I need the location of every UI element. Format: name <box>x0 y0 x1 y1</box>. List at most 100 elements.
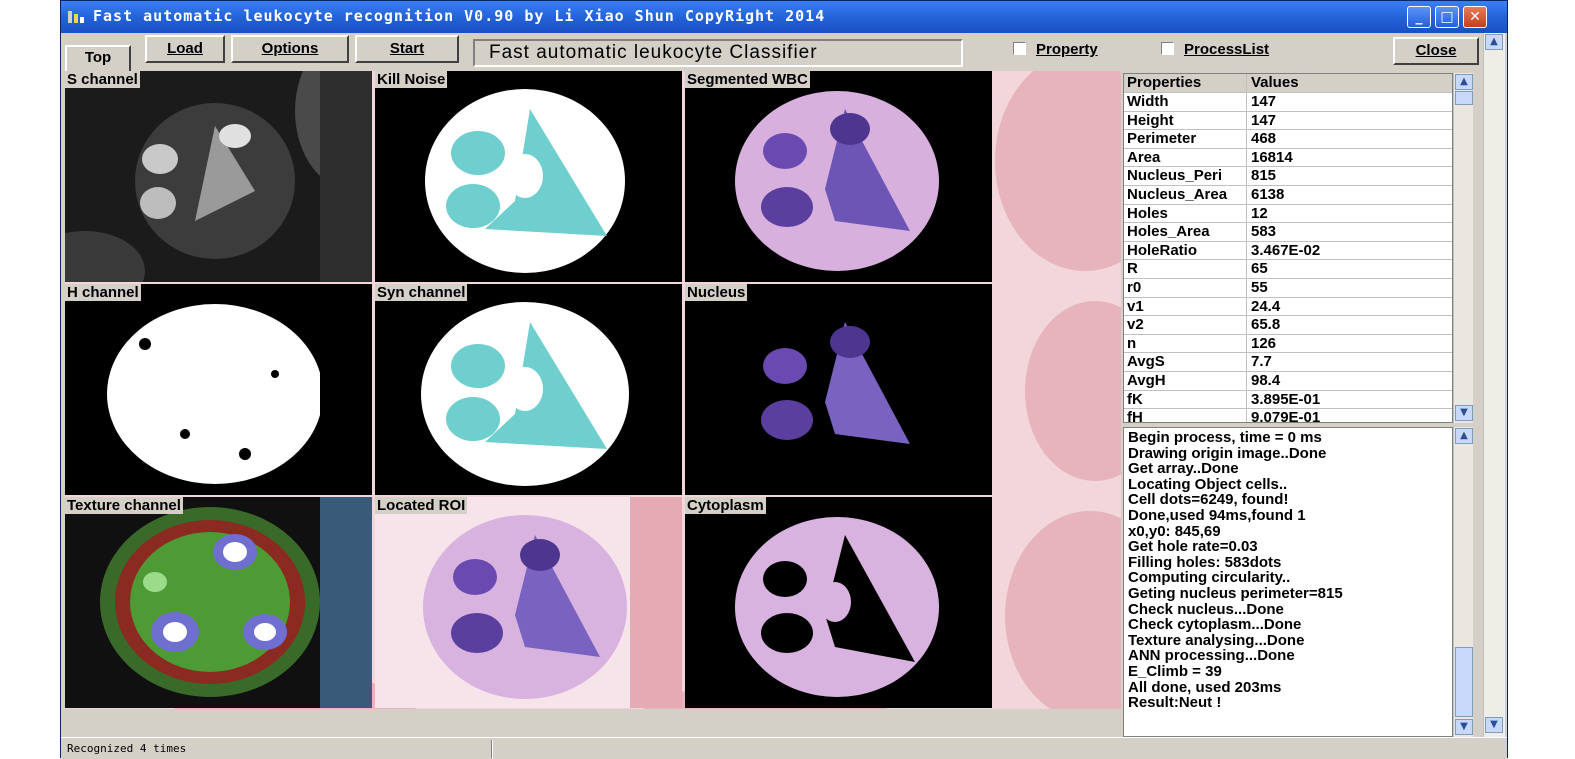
prop-value: 147 <box>1251 111 1277 129</box>
scroll-up-icon[interactable]: ▲ <box>1455 428 1473 444</box>
processlist-checkbox-box[interactable] <box>1161 42 1174 55</box>
processlist-checkbox[interactable]: ProcessList <box>1161 41 1269 58</box>
table-row[interactable]: Height 147 <box>1124 111 1452 131</box>
prop-key: Holes_Area <box>1124 223 1247 241</box>
scroll-thumb[interactable] <box>1455 647 1473 717</box>
properties-table[interactable]: Properties Values Width 147 Height 147 Per… <box>1123 73 1453 423</box>
panel-label: Syn channel <box>375 284 468 301</box>
status-divider <box>491 740 493 758</box>
log-line: Begin process, time = 0 ms <box>1128 429 1322 446</box>
scroll-thumb[interactable] <box>1455 91 1473 105</box>
table-row[interactable]: Width 147 <box>1124 93 1452 112</box>
window-scrollbar[interactable]: ▲ ▼ <box>1483 33 1505 737</box>
maximize-button[interactable]: □ <box>1435 6 1459 28</box>
log-line: ANN processing...Done <box>1128 647 1295 665</box>
log-line: Geting nucleus perimeter=815 <box>1128 584 1343 602</box>
prop-value: 65.8 <box>1251 316 1281 334</box>
prop-key: v2 <box>1124 316 1247 334</box>
table-row[interactable]: Perimeter 468 <box>1124 130 1452 149</box>
syn-channel-image <box>375 284 682 495</box>
table-row[interactable]: r0 55 <box>1124 278 1452 298</box>
prop-value: 55 <box>1251 278 1268 296</box>
app-name-field: Fast automatic leukocyte Classifier <box>473 39 963 67</box>
prop-key: HoleRatio <box>1124 241 1247 260</box>
log-line: Filling holes: 583dots <box>1128 553 1282 571</box>
panel-label: S channel <box>65 71 140 88</box>
prop-value: 16814 <box>1251 148 1293 166</box>
prop-value: 3.895E-01 <box>1251 390 1321 408</box>
prop-value: 147 <box>1251 93 1277 110</box>
header-values[interactable]: Values <box>1247 74 1299 92</box>
table-row[interactable]: AvgS 7.7 <box>1124 353 1452 372</box>
panel-cytoplasm: Cytoplasm <box>685 497 992 708</box>
start-button[interactable]: Start <box>355 35 459 63</box>
property-checkbox[interactable]: Property <box>1013 41 1098 58</box>
app-icon <box>68 11 84 23</box>
log-line: Texture analysing...Done <box>1128 631 1305 649</box>
panel-label: Segmented WBC <box>685 71 810 88</box>
scroll-down-icon[interactable]: ▼ <box>1455 405 1473 421</box>
table-row[interactable]: Nucleus_Peri 815 <box>1124 167 1452 186</box>
table-row[interactable]: fK 3.895E-01 <box>1124 390 1452 410</box>
log-line: Done,used 94ms,found 1 <box>1128 506 1306 524</box>
scroll-up-icon[interactable]: ▲ <box>1485 34 1503 50</box>
log-line: Get array..Done <box>1128 460 1239 478</box>
prop-key: r0 <box>1124 278 1247 297</box>
located-roi-image <box>375 497 682 708</box>
log-line: All done, used 203ms <box>1128 678 1282 696</box>
app-window: Fast automatic leukocyte recognition V0.… <box>60 0 1508 759</box>
table-row[interactable]: fH 9.079E-01 <box>1124 409 1452 422</box>
minimize-button[interactable]: _ <box>1407 6 1431 28</box>
scroll-up-icon[interactable]: ▲ <box>1455 74 1473 90</box>
prop-key: fK <box>1124 390 1247 409</box>
prop-value: 7.7 <box>1251 353 1272 371</box>
prop-value: 24.4 <box>1251 297 1281 315</box>
panel-label: H channel <box>65 284 141 301</box>
table-row[interactable]: v1 24.4 <box>1124 297 1452 317</box>
prop-value: 815 <box>1251 167 1277 185</box>
table-row[interactable]: n 126 <box>1124 334 1452 354</box>
process-log[interactable]: Begin process, time = 0 ms Drawing origi… <box>1123 427 1453 737</box>
table-row[interactable]: HoleRatio 3.467E-02 <box>1124 241 1452 261</box>
panel-label: Texture channel <box>65 497 183 514</box>
processlist-checkbox-label: ProcessList <box>1184 41 1270 58</box>
panel-label: Located ROI <box>375 497 468 514</box>
header-properties[interactable]: Properties <box>1124 74 1247 92</box>
table-row[interactable]: Area 16814 <box>1124 148 1452 168</box>
prop-key: v1 <box>1124 297 1247 316</box>
panel-s-channel: S channel <box>65 71 372 282</box>
window-close-button[interactable]: ✕ <box>1463 6 1487 28</box>
log-line: E_Climb = 39 <box>1128 662 1222 680</box>
log-line: Drawing origin image..Done <box>1128 444 1327 462</box>
table-row[interactable]: AvgH 98.4 <box>1124 371 1452 391</box>
prop-key: R <box>1124 260 1247 278</box>
prop-value: 126 <box>1251 334 1277 352</box>
load-button[interactable]: Load <box>145 35 225 63</box>
prop-value: 98.4 <box>1251 371 1281 389</box>
prop-key: n <box>1124 334 1247 353</box>
prop-key: fH <box>1124 409 1247 422</box>
scroll-down-icon[interactable]: ▼ <box>1485 717 1503 733</box>
close-button[interactable]: Close <box>1393 37 1479 65</box>
rbc-bg <box>1005 511 1121 709</box>
prop-value: 3.467E-02 <box>1251 241 1321 259</box>
table-row[interactable]: Nucleus_Area 6138 <box>1124 185 1452 205</box>
scroll-down-icon[interactable]: ▼ <box>1455 719 1473 735</box>
log-scrollbar[interactable]: ▲ ▼ <box>1453 427 1473 737</box>
prop-key: AvgS <box>1124 353 1247 371</box>
property-checkbox-box[interactable] <box>1013 42 1026 55</box>
image-display-area: S channel Kill Noise Segmented WBC H cha… <box>65 71 1121 709</box>
table-row[interactable]: Holes 12 <box>1124 204 1452 224</box>
cytoplasm-image <box>685 497 992 708</box>
top-tab[interactable]: Top <box>65 45 131 71</box>
properties-scrollbar[interactable]: ▲ ▼ <box>1453 73 1473 423</box>
options-button[interactable]: Options <box>231 35 349 63</box>
property-checkbox-label: Property <box>1036 41 1098 58</box>
table-row[interactable]: R 65 <box>1124 260 1452 279</box>
table-row[interactable]: v2 65.8 <box>1124 316 1452 335</box>
title-bar[interactable]: Fast automatic leukocyte recognition V0.… <box>61 1 1507 33</box>
panel-segmented-wbc: Segmented WBC <box>685 71 992 282</box>
prop-key: Width <box>1124 93 1247 111</box>
table-row[interactable]: Holes_Area 583 <box>1124 223 1452 242</box>
prop-key: Nucleus_Peri <box>1124 167 1247 185</box>
